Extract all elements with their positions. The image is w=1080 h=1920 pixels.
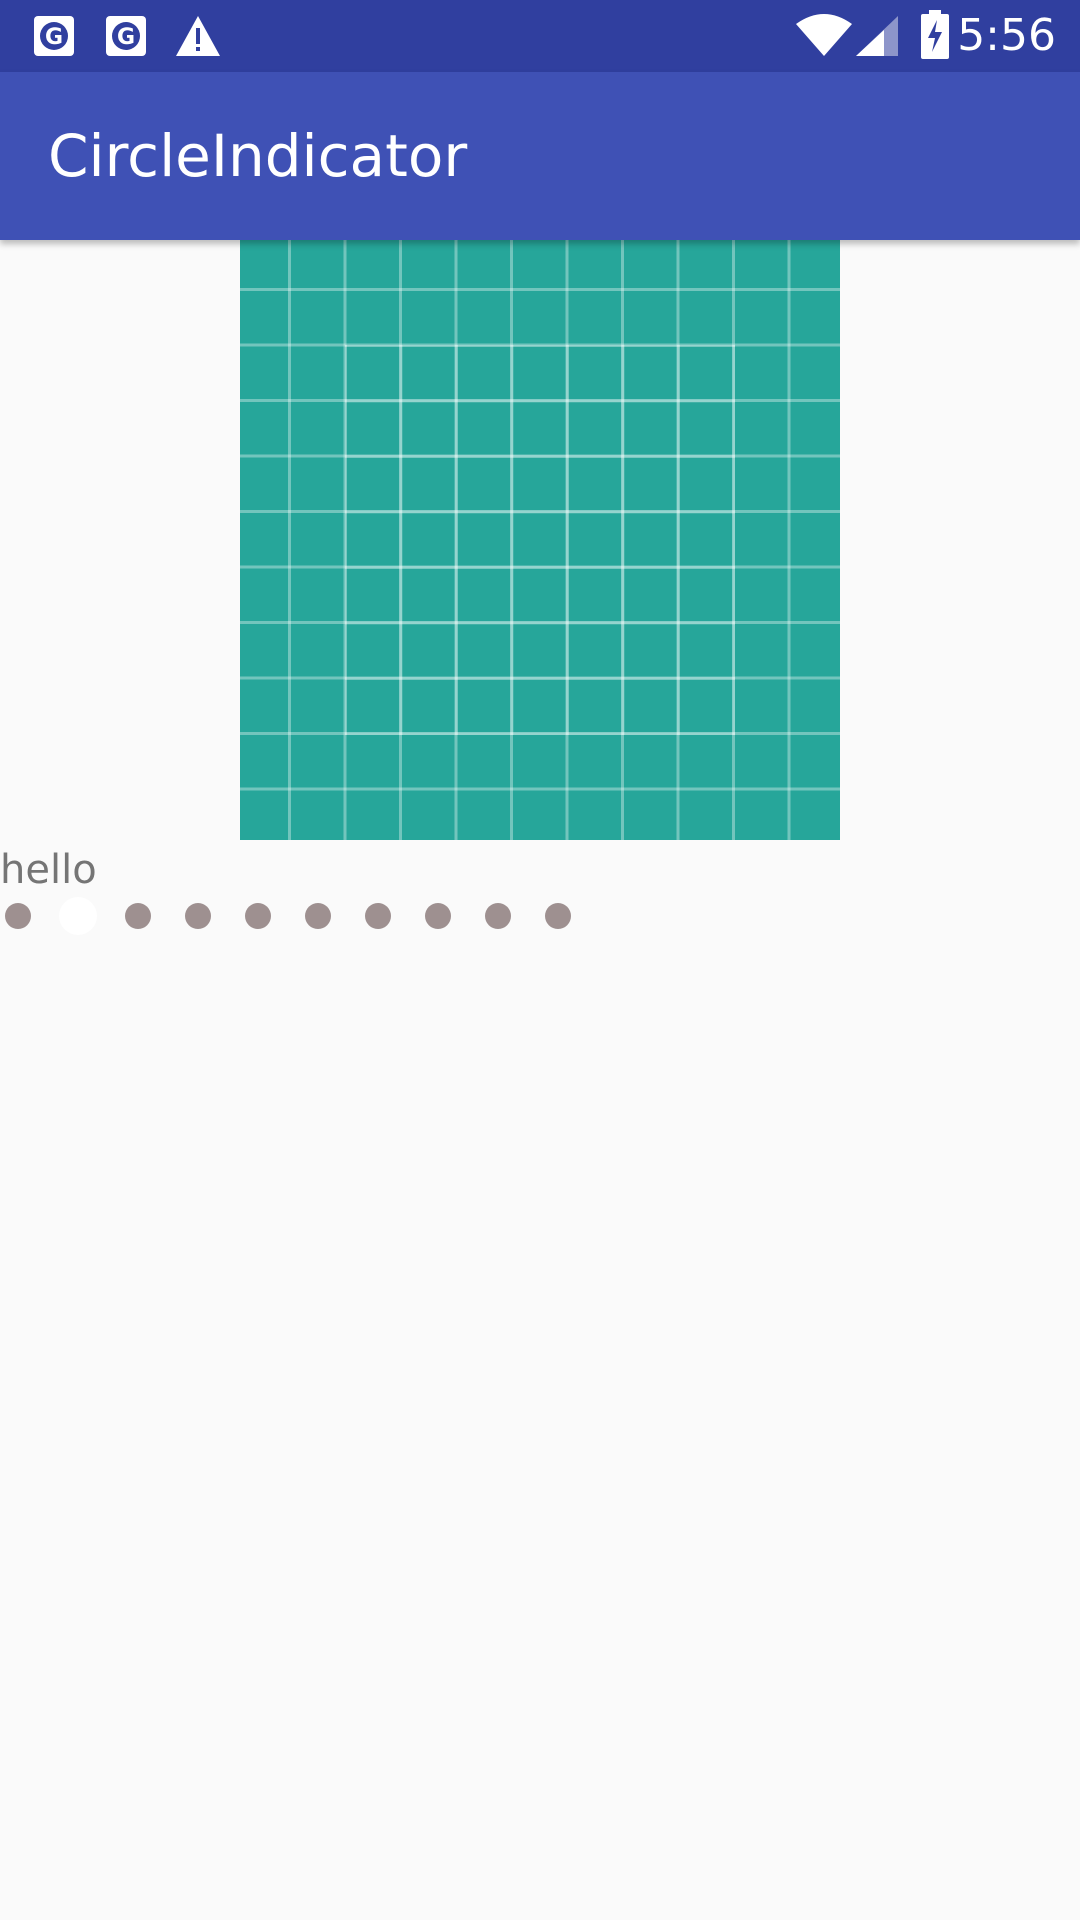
indicator-dot[interactable] [485,903,511,929]
battery-charging-icon [920,10,950,60]
status-time: 5:56 [957,10,1056,61]
indicator-dot[interactable] [125,903,151,929]
svg-text:G: G [45,25,63,50]
indicator-dot[interactable] [245,903,271,929]
indicator-dot[interactable] [305,903,331,929]
google-notification-icon: G [104,14,148,58]
indicator-dot[interactable] [425,903,451,929]
wifi-icon [796,14,852,58]
indicator-dot-active[interactable] [59,897,97,935]
view-pager[interactable] [240,240,840,840]
app-title: CircleIndicator [48,122,468,190]
indicator-dot[interactable] [545,903,571,929]
indicator-dot[interactable] [365,903,391,929]
svg-text:G: G [117,25,135,50]
hello-label: hello [0,847,97,893]
google-notification-icon: G [32,14,76,58]
indicator-dot[interactable] [185,903,211,929]
grid-pattern-image [345,345,735,735]
warning-icon [174,14,220,58]
app-bar: CircleIndicator [0,72,1080,240]
status-bar: G G 5:56 [0,0,1080,72]
signal-icon [854,14,900,58]
indicator-dot[interactable] [5,903,31,929]
circle-indicator [0,897,600,935]
